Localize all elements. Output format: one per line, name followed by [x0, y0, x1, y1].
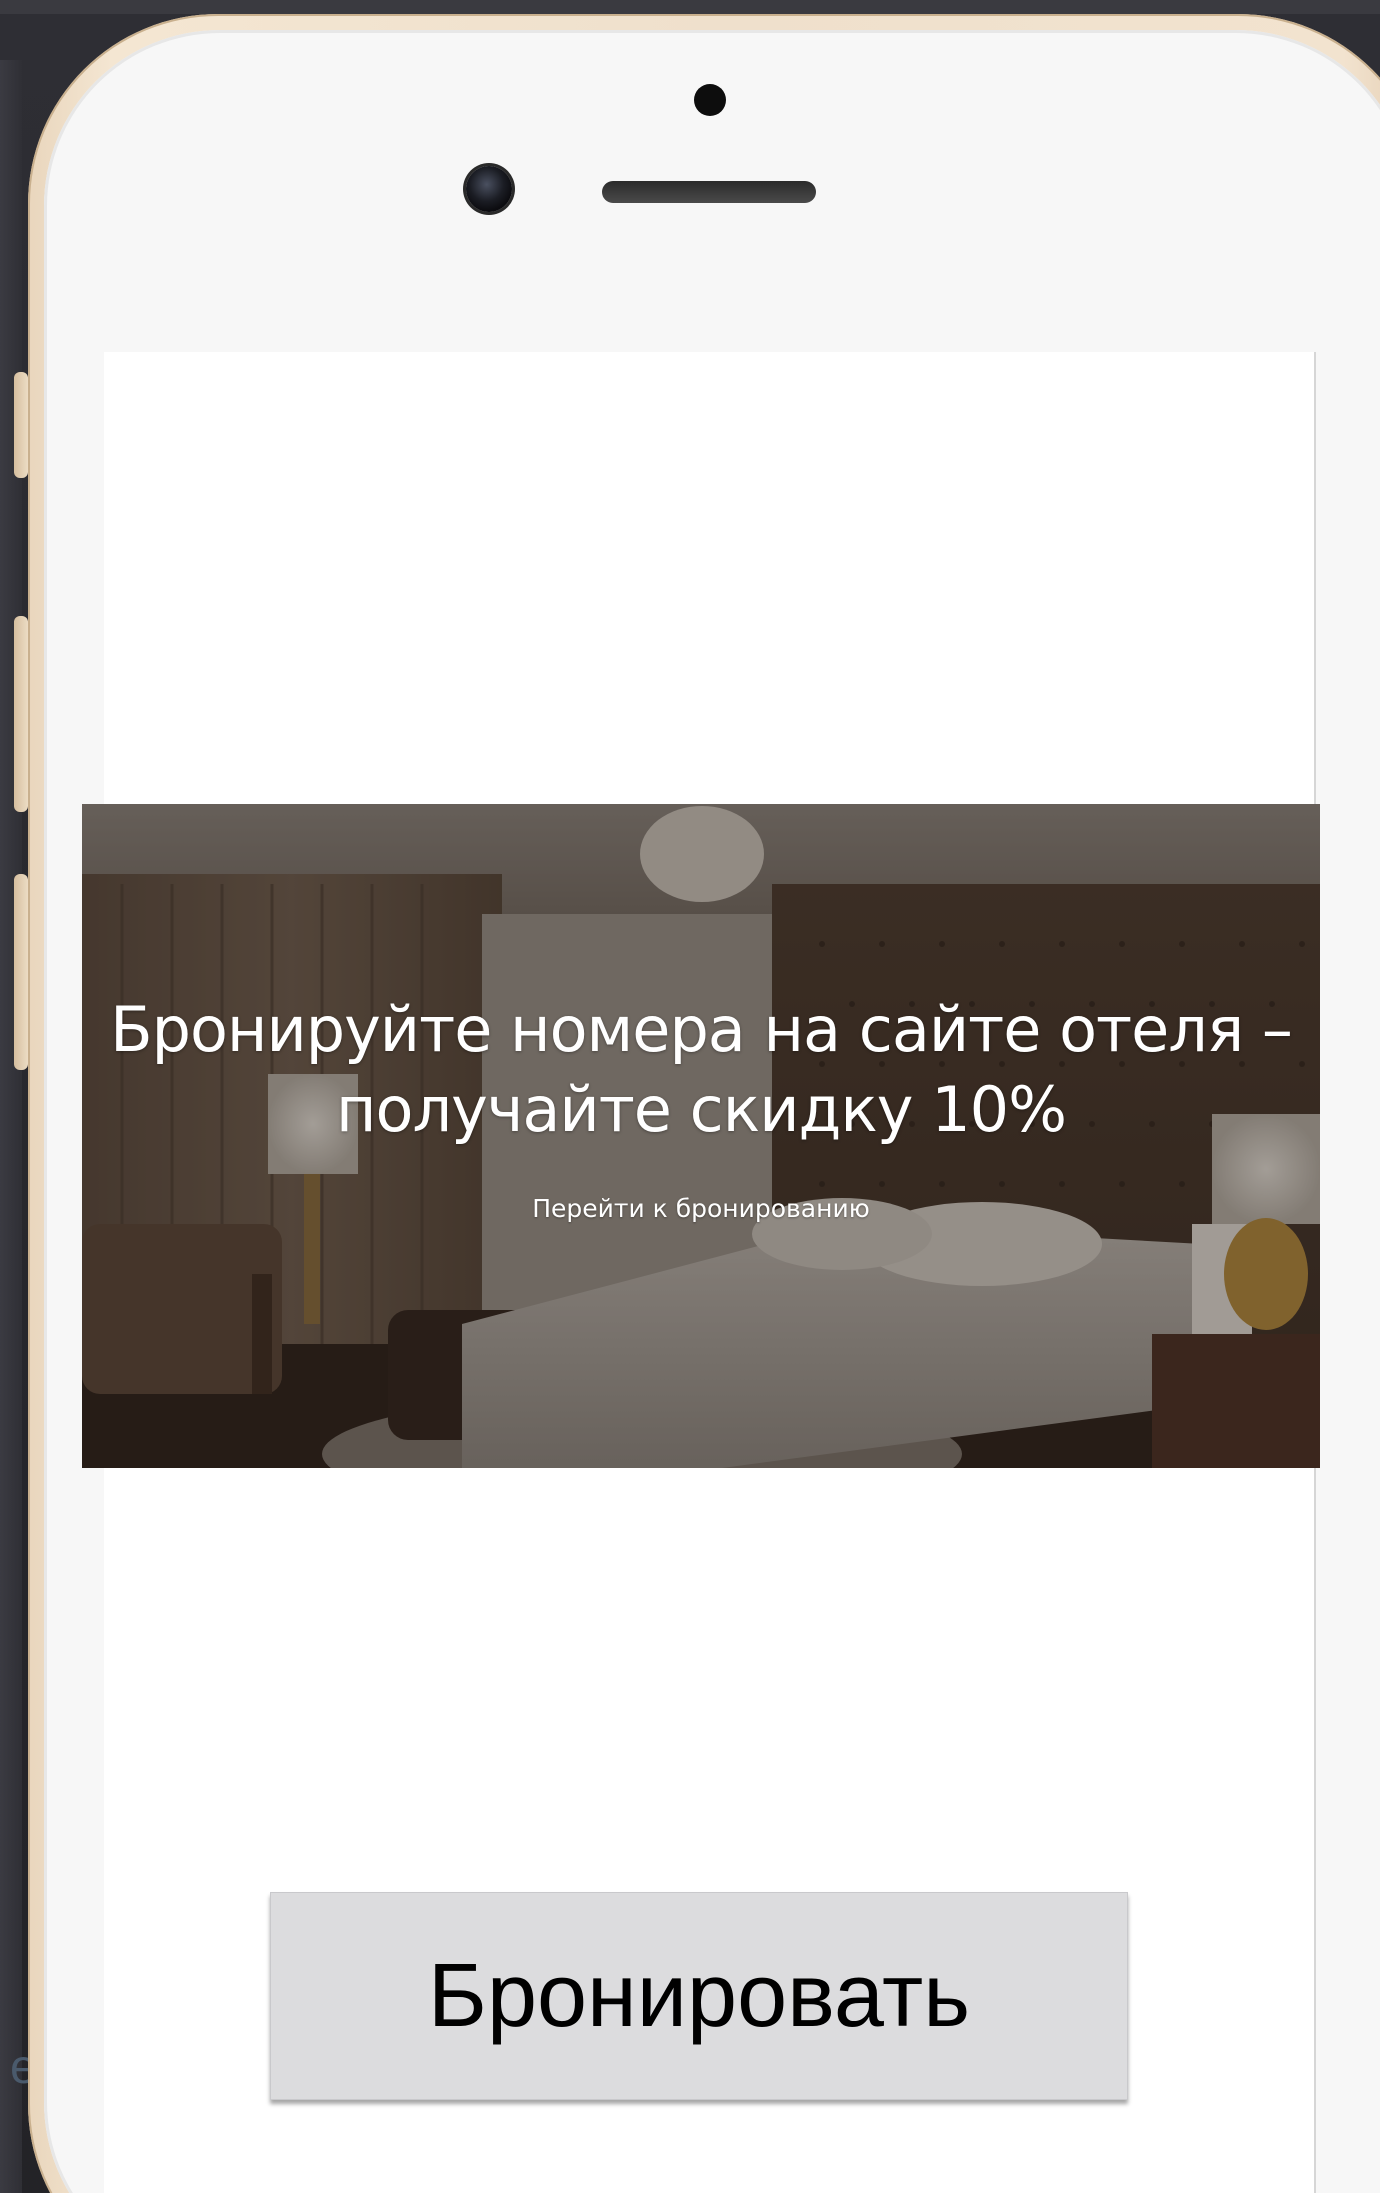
- volume-down-button: [14, 874, 28, 1070]
- earpiece-speaker-icon: [602, 181, 816, 203]
- sensor-dot-icon: [694, 84, 726, 116]
- hero-headline-line2: получайте скидку 10%: [335, 1073, 1067, 1146]
- hero-headline: Бронируйте номера на сайте отеля – получ…: [82, 990, 1320, 1150]
- hero-headline-line1: Бронируйте номера на сайте отеля –: [110, 993, 1293, 1066]
- desktop-background: e Бронируйте номера на сайте отеля – пол…: [0, 0, 1380, 2193]
- top-strip: [0, 0, 1380, 14]
- hero-banner: Бронируйте номера на сайте отеля – получ…: [82, 804, 1320, 1468]
- mute-switch: [14, 372, 28, 478]
- front-camera-icon: [466, 166, 512, 212]
- go-to-booking-link[interactable]: Перейти к бронированию: [82, 1194, 1320, 1223]
- volume-up-button: [14, 616, 28, 812]
- book-button[interactable]: Бронировать: [270, 1892, 1128, 2100]
